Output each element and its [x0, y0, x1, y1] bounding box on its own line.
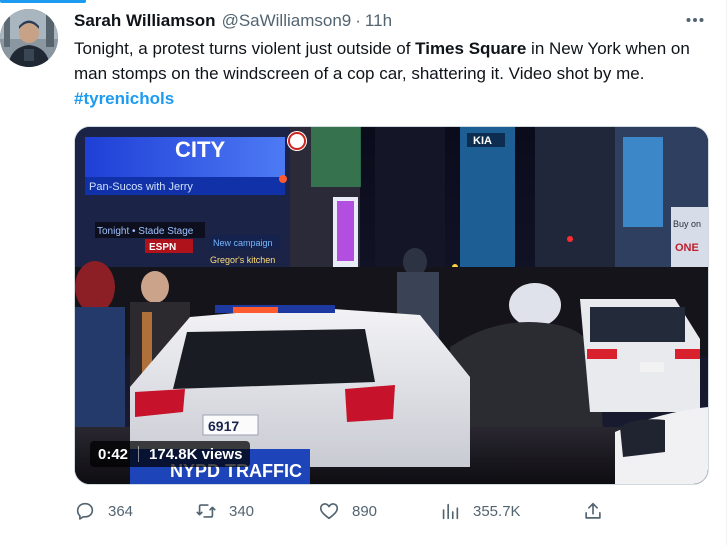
avatar[interactable] [0, 9, 58, 67]
author-handle[interactable]: @SaWilliamson9 [222, 11, 352, 31]
sign-kia: KIA [473, 135, 492, 147]
heart-icon [319, 503, 339, 520]
analytics-icon [442, 503, 459, 520]
license-plate: 6917 [208, 418, 239, 434]
like-count: 890 [352, 502, 378, 520]
sign-ad-line: Tonight • Stade Stage [97, 226, 194, 237]
hashtag-link[interactable]: #tyrenichols [74, 89, 174, 108]
sign-left: Pan-Sucos with Jerry [89, 181, 193, 193]
separator-dot: · [355, 11, 361, 30]
views-button[interactable]: 355.7K [439, 496, 521, 526]
retweet-icon [196, 504, 216, 518]
reply-icon [76, 502, 94, 520]
sign-city: CITY [175, 137, 225, 162]
sign-gregor: Gregor's kitchen [210, 255, 275, 265]
video-player[interactable]: CITY Pan-Sucos with Jerry Tonight • Stad… [74, 126, 709, 485]
tweet-text: Tonight, a protest turns violent just ou… [74, 36, 714, 111]
reply-button[interactable]: 364 [74, 496, 133, 526]
action-bar: 364 340 890 355.7K [74, 496, 614, 526]
like-button[interactable]: 890 [318, 496, 377, 526]
timestamp[interactable]: 11h [365, 11, 392, 31]
video-duration: 0:42 [98, 445, 129, 463]
sign-espn: ESPN [149, 242, 176, 253]
reply-count: 364 [108, 502, 134, 520]
retweet-button[interactable]: 340 [195, 496, 254, 526]
video-badge: 0:42 174.8K views [90, 441, 251, 467]
sign-campaign: New campaign [213, 238, 273, 248]
tweet-text-bold: Times Square [415, 39, 527, 58]
sign-sidebar: Buy on [673, 219, 701, 229]
tweet-text-part: Tonight, a protest turns violent just ou… [74, 39, 416, 58]
video-frame: CITY Pan-Sucos with Jerry Tonight • Stad… [75, 127, 708, 484]
views-count: 355.7K [473, 502, 521, 520]
share-button[interactable] [582, 496, 616, 526]
badge-divider [138, 446, 140, 462]
retweet-count: 340 [229, 502, 255, 520]
active-tab-indicator [0, 0, 86, 3]
more-icon[interactable] [683, 10, 707, 30]
share-icon [585, 502, 601, 519]
author-name[interactable]: Sarah Williamson [74, 11, 216, 31]
tweet-header: Sarah Williamson @SaWilliamson9 · 11h [74, 10, 392, 32]
sign-brand: ONE [675, 242, 699, 254]
video-views: 174.8K views [149, 445, 243, 463]
